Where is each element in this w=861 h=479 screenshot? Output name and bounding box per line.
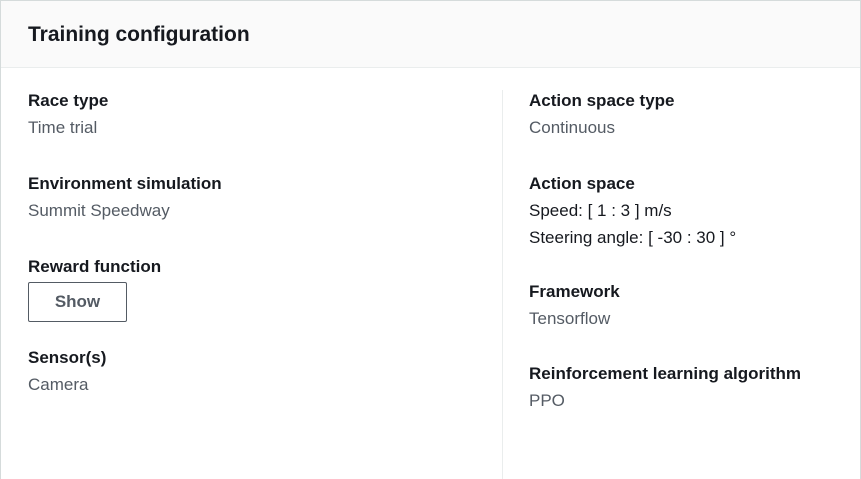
framework-field: Framework Tensorflow — [529, 282, 620, 329]
algorithm-label: Reinforcement learning algorithm — [529, 364, 802, 383]
sensors-field: Sensor(s) Camera — [28, 348, 106, 395]
training-configuration-panel: Training configuration Race type Time tr… — [0, 0, 861, 479]
action-space-type-label: Action space type — [529, 91, 675, 110]
race-type-label: Race type — [28, 91, 109, 110]
action-space-type-field: Action space type Continuous — [529, 91, 675, 138]
action-space-label: Action space — [529, 174, 635, 193]
race-type-value: Time trial — [28, 118, 98, 137]
race-type-field: Race type Time trial — [28, 91, 108, 138]
panel-header: Training configuration — [1, 1, 860, 68]
sensors-value: Camera — [28, 375, 89, 394]
framework-label: Framework — [529, 282, 620, 301]
reward-function-label: Reward function — [28, 257, 162, 276]
action-space-value: Speed: [ 1 : 3 ] m/s Steering angle: [ -… — [529, 201, 736, 248]
show-reward-function-button[interactable]: Show — [28, 282, 127, 322]
environment-simulation-label: Environment simulation — [28, 174, 222, 193]
panel-body: Race type Time trial Environment simulat… — [1, 68, 860, 479]
steering-angle-range: Steering angle: [ -30 : 30 ] ° — [529, 228, 737, 247]
speed-range: Speed: [ 1 : 3 ] m/s — [529, 201, 672, 220]
environment-simulation-value: Summit Speedway — [28, 201, 170, 220]
column-divider — [502, 90, 503, 479]
panel-title: Training configuration — [28, 22, 250, 46]
framework-value: Tensorflow — [529, 309, 611, 328]
action-space-type-value: Continuous — [529, 118, 616, 137]
algorithm-value: PPO — [529, 391, 565, 410]
sensors-label: Sensor(s) — [28, 348, 107, 367]
environment-simulation-field: Environment simulation Summit Speedway — [28, 174, 222, 221]
action-space-field: Action space Speed: [ 1 : 3 ] m/s Steeri… — [529, 174, 736, 248]
reward-function-field: Reward function Show — [28, 257, 161, 322]
algorithm-field: Reinforcement learning algorithm PPO — [529, 364, 801, 411]
